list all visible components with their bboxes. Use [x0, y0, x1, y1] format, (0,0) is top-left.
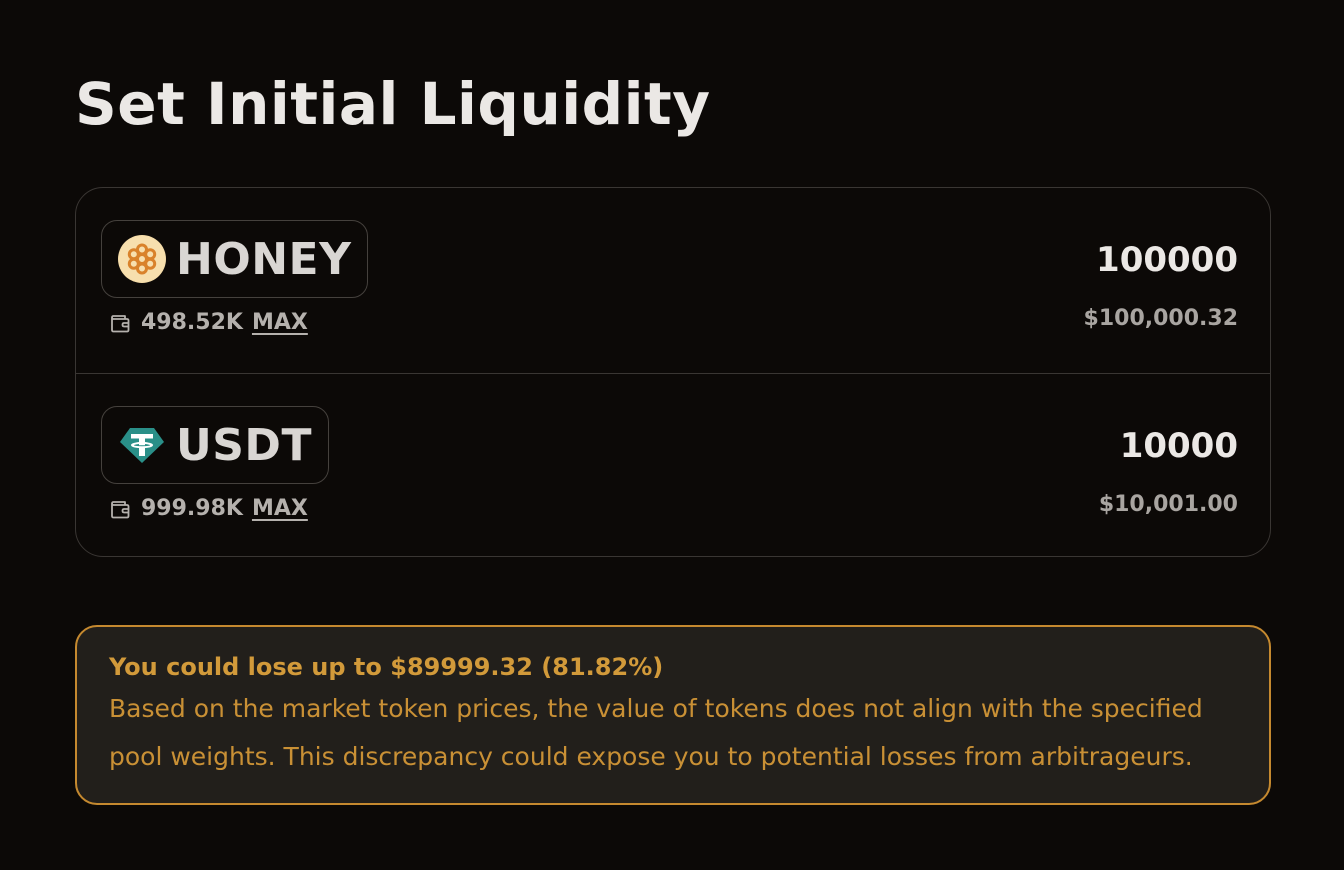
- amount-input[interactable]: 10000: [1120, 426, 1238, 466]
- max-button[interactable]: MAX: [252, 310, 308, 335]
- token-row-honey: HONEY 498.52K MAX 100000 $100,000.32: [76, 188, 1270, 373]
- token-row-usdt: USDT 999.98K MAX 10000 $10,001.00: [76, 373, 1270, 558]
- token-selector-honey[interactable]: HONEY: [101, 220, 369, 298]
- token-balance: 498.52K MAX: [109, 310, 308, 335]
- balance-value: 498.52K: [141, 310, 243, 335]
- usd-value: $10,001.00: [1098, 492, 1238, 517]
- token-selector-usdt[interactable]: USDT: [101, 406, 329, 484]
- wallet-icon: [109, 498, 131, 520]
- amount-input[interactable]: 100000: [1096, 240, 1238, 280]
- honey-icon: [118, 235, 166, 283]
- liquidity-card: HONEY 498.52K MAX 100000 $100,000.32 USD…: [75, 187, 1271, 557]
- warning-body: Based on the market token prices, the va…: [109, 694, 1203, 771]
- token-symbol: USDT: [176, 419, 312, 471]
- warning-title: You could lose up to $89999.32 (81.82%): [109, 653, 664, 681]
- token-symbol: HONEY: [176, 233, 352, 285]
- usd-value: $100,000.32: [1083, 306, 1238, 331]
- token-balance: 999.98K MAX: [109, 496, 308, 521]
- wallet-icon: [109, 312, 131, 334]
- max-button[interactable]: MAX: [252, 496, 308, 521]
- tether-icon: [118, 421, 166, 469]
- balance-value: 999.98K: [141, 496, 243, 521]
- page-title: Set Initial Liquidity: [75, 70, 711, 138]
- price-impact-warning: You could lose up to $89999.32 (81.82%) …: [75, 625, 1271, 805]
